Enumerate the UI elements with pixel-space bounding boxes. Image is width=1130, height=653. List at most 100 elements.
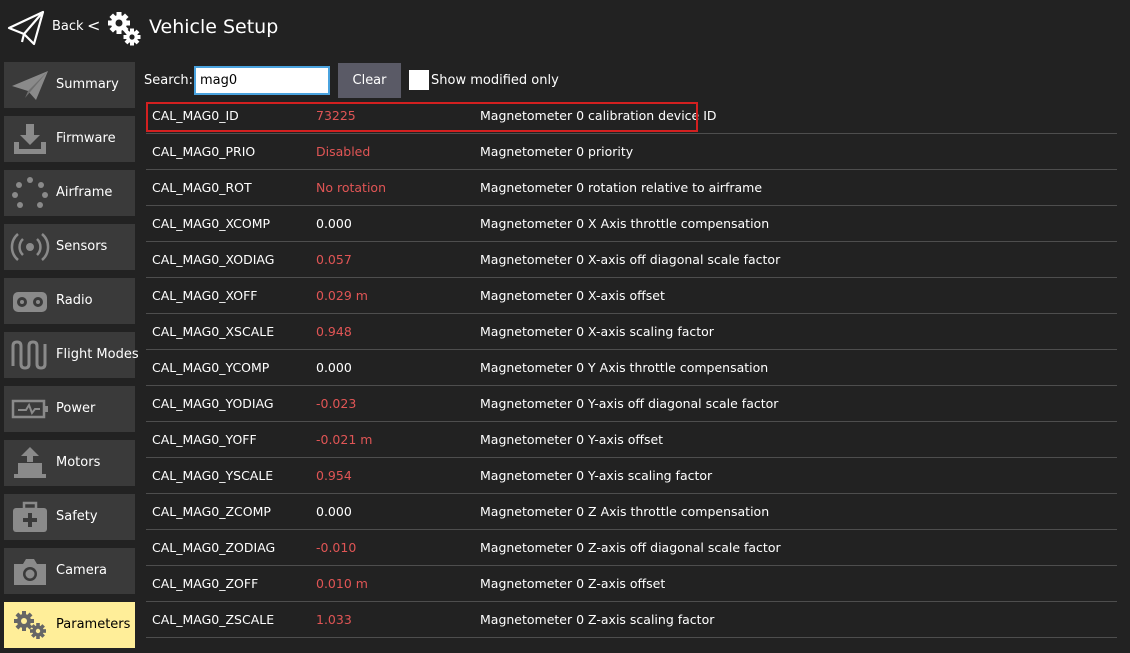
back-button[interactable]: Back bbox=[52, 19, 84, 34]
table-row[interactable]: CAL_MAG0_ID 73225 Magnetometer 0 calibrati… bbox=[146, 98, 1117, 134]
param-description: Magnetometer 0 Z-axis scaling factor bbox=[480, 612, 715, 627]
search-input[interactable] bbox=[194, 66, 330, 95]
sensor-waves-icon bbox=[10, 233, 50, 261]
download-icon bbox=[14, 124, 46, 154]
param-description: Magnetometer 0 Z-axis offset bbox=[480, 576, 666, 591]
sidebar-item-airframe[interactable]: Airframe bbox=[4, 170, 135, 216]
table-row[interactable]: CAL_MAG0_XOFF 0.029 m Magnetometer 0 X-axi… bbox=[146, 278, 1117, 314]
param-name: CAL_MAG0_ZCOMP bbox=[152, 504, 271, 519]
sidebar-item-label: Airframe bbox=[56, 185, 113, 200]
param-value: 0.000 bbox=[316, 504, 352, 519]
param-name: CAL_MAG0_PRIO bbox=[152, 144, 256, 159]
table-row[interactable]: CAL_MAG0_YODIAG -0.023 Magnetometer 0 Y-ax… bbox=[146, 386, 1117, 422]
param-value: 0.948 bbox=[316, 324, 352, 339]
sidebar-item-label: Flight Modes bbox=[56, 347, 139, 362]
table-row[interactable]: CAL_MAG0_ROT No rotation Magnetometer 0 ro… bbox=[146, 170, 1117, 206]
paper-plane-icon bbox=[12, 71, 48, 100]
first-aid-icon bbox=[13, 501, 47, 532]
param-name: CAL_MAG0_XCOMP bbox=[152, 216, 271, 231]
param-name: CAL_MAG0_XODIAG bbox=[152, 252, 275, 267]
param-description: Magnetometer 0 Y-axis off diagonal scale… bbox=[480, 396, 779, 411]
sidebar-item-camera[interactable]: Camera bbox=[4, 548, 135, 594]
table-row[interactable]: CAL_MAG0_ZODIAG -0.010 Magnetometer 0 Z-ax… bbox=[146, 530, 1117, 566]
param-description: Magnetometer 0 rotation relative to airf… bbox=[480, 180, 763, 195]
sidebar-item-sensors[interactable]: Sensors bbox=[4, 224, 135, 270]
param-description: Magnetometer 0 Y-axis scaling factor bbox=[480, 468, 713, 483]
clear-button[interactable]: Clear bbox=[338, 63, 401, 98]
table-row[interactable]: CAL_MAG0_XCOMP 0.000 Magnetometer 0 X Axis… bbox=[146, 206, 1117, 242]
param-description: Magnetometer 0 X-axis offset bbox=[480, 288, 665, 303]
param-description: Magnetometer 0 Y-axis offset bbox=[480, 432, 664, 447]
sidebar-item-label: Radio bbox=[56, 293, 93, 308]
table-row[interactable]: CAL_MAG0_XSCALE 0.948 Magnetometer 0 X-axi… bbox=[146, 314, 1117, 350]
param-name: CAL_MAG0_XSCALE bbox=[152, 324, 275, 339]
page-title: Vehicle Setup bbox=[149, 16, 279, 38]
param-description: Magnetometer 0 priority bbox=[480, 144, 634, 159]
radio-controller-icon bbox=[13, 292, 47, 312]
param-value: -0.010 bbox=[316, 540, 357, 555]
table-row[interactable]: CAL_MAG0_YOFF -0.021 m Magnetometer 0 Y-ax… bbox=[146, 422, 1117, 458]
battery-icon bbox=[11, 399, 48, 419]
table-row[interactable]: CAL_MAG0_ZOFF 0.010 m Magnetometer 0 Z-axi… bbox=[146, 566, 1117, 602]
sidebar-item-label: Summary bbox=[56, 77, 119, 92]
table-row[interactable]: CAL_MAG0_PRIO Disabled Magnetometer 0 prio… bbox=[146, 134, 1117, 170]
header-bar: Back < Vehicle Setup bbox=[0, 0, 1130, 56]
param-value: 0.954 bbox=[316, 468, 352, 483]
sidebar-item-radio[interactable]: Radio bbox=[4, 278, 135, 324]
gears-icon bbox=[14, 611, 46, 639]
motor-icon bbox=[14, 447, 46, 478]
breadcrumb-separator: < bbox=[87, 16, 101, 35]
sidebar-item-label: Parameters bbox=[56, 617, 131, 632]
param-value: No rotation bbox=[316, 180, 386, 195]
param-name: CAL_MAG0_ZSCALE bbox=[152, 612, 275, 627]
table-row[interactable]: CAL_MAG0_YSCALE 0.954 Magnetometer 0 Y-axi… bbox=[146, 458, 1117, 494]
param-value: -0.021 m bbox=[316, 432, 373, 447]
param-value: 0.057 bbox=[316, 252, 352, 267]
airframe-dots-icon bbox=[12, 177, 48, 208]
table-row[interactable]: CAL_MAG0_XODIAG 0.057 Magnetometer 0 X-axi… bbox=[146, 242, 1117, 278]
table-row[interactable]: CAL_MAG0_ZSCALE 1.033 Magnetometer 0 Z-axi… bbox=[146, 602, 1117, 638]
wave-icon bbox=[11, 340, 47, 370]
sidebar-item-safety[interactable]: Safety bbox=[4, 494, 135, 540]
sidebar-item-label: Safety bbox=[56, 509, 98, 524]
table-row[interactable]: CAL_MAG0_ZCOMP 0.000 Magnetometer 0 Z Axis… bbox=[146, 494, 1117, 530]
gears-icon bbox=[108, 12, 141, 46]
sidebar-item-parameters[interactable]: Parameters bbox=[4, 602, 135, 648]
param-name: CAL_MAG0_YCOMP bbox=[152, 360, 270, 375]
param-name: CAL_MAG0_ZODIAG bbox=[152, 540, 276, 555]
paper-plane-icon[interactable] bbox=[6, 8, 46, 48]
param-description: Magnetometer 0 X-axis scaling factor bbox=[480, 324, 714, 339]
table-row[interactable]: CAL_MAG0_YCOMP 0.000 Magnetometer 0 Y Axis… bbox=[146, 350, 1117, 386]
param-value: 73225 bbox=[316, 108, 356, 123]
show-modified-label: Show modified only bbox=[431, 73, 559, 88]
sidebar-item-label: Motors bbox=[56, 455, 101, 470]
sidebar-item-summary[interactable]: Summary bbox=[4, 62, 135, 108]
param-value: Disabled bbox=[316, 144, 371, 159]
sidebar-item-label: Firmware bbox=[56, 131, 116, 146]
sidebar-item-motors[interactable]: Motors bbox=[4, 440, 135, 486]
param-name: CAL_MAG0_XOFF bbox=[152, 288, 258, 303]
param-value: 0.000 bbox=[316, 216, 352, 231]
param-value: 0.000 bbox=[316, 360, 352, 375]
param-value: -0.023 bbox=[316, 396, 357, 411]
param-name: CAL_MAG0_ID bbox=[152, 108, 239, 123]
param-value: 0.029 m bbox=[316, 288, 368, 303]
sidebar-item-flight-modes[interactable]: Flight Modes bbox=[4, 332, 139, 378]
param-value: 0.010 m bbox=[316, 576, 368, 591]
param-value: 1.033 bbox=[316, 612, 352, 627]
param-description: Magnetometer 0 X-axis off diagonal scale… bbox=[480, 252, 781, 267]
param-description: Magnetometer 0 Z-axis off diagonal scale… bbox=[480, 540, 781, 555]
param-description: Magnetometer 0 X Axis throttle compensat… bbox=[480, 216, 770, 231]
param-name: CAL_MAG0_YOFF bbox=[152, 432, 257, 447]
param-name: CAL_MAG0_ZOFF bbox=[152, 576, 259, 591]
param-description: Magnetometer 0 Y Axis throttle compensat… bbox=[480, 360, 769, 375]
param-name: CAL_MAG0_YODIAG bbox=[152, 396, 274, 411]
sidebar-item-firmware[interactable]: Firmware bbox=[4, 116, 135, 162]
sidebar-item-label: Power bbox=[56, 401, 96, 416]
param-name: CAL_MAG0_YSCALE bbox=[152, 468, 274, 483]
show-modified-checkbox[interactable] bbox=[409, 70, 429, 90]
sidebar-item-power[interactable]: Power bbox=[4, 386, 135, 432]
param-name: CAL_MAG0_ROT bbox=[152, 180, 252, 195]
param-description: Magnetometer 0 calibration device ID bbox=[480, 108, 717, 123]
param-description: Magnetometer 0 Z Axis throttle compensat… bbox=[480, 504, 770, 519]
